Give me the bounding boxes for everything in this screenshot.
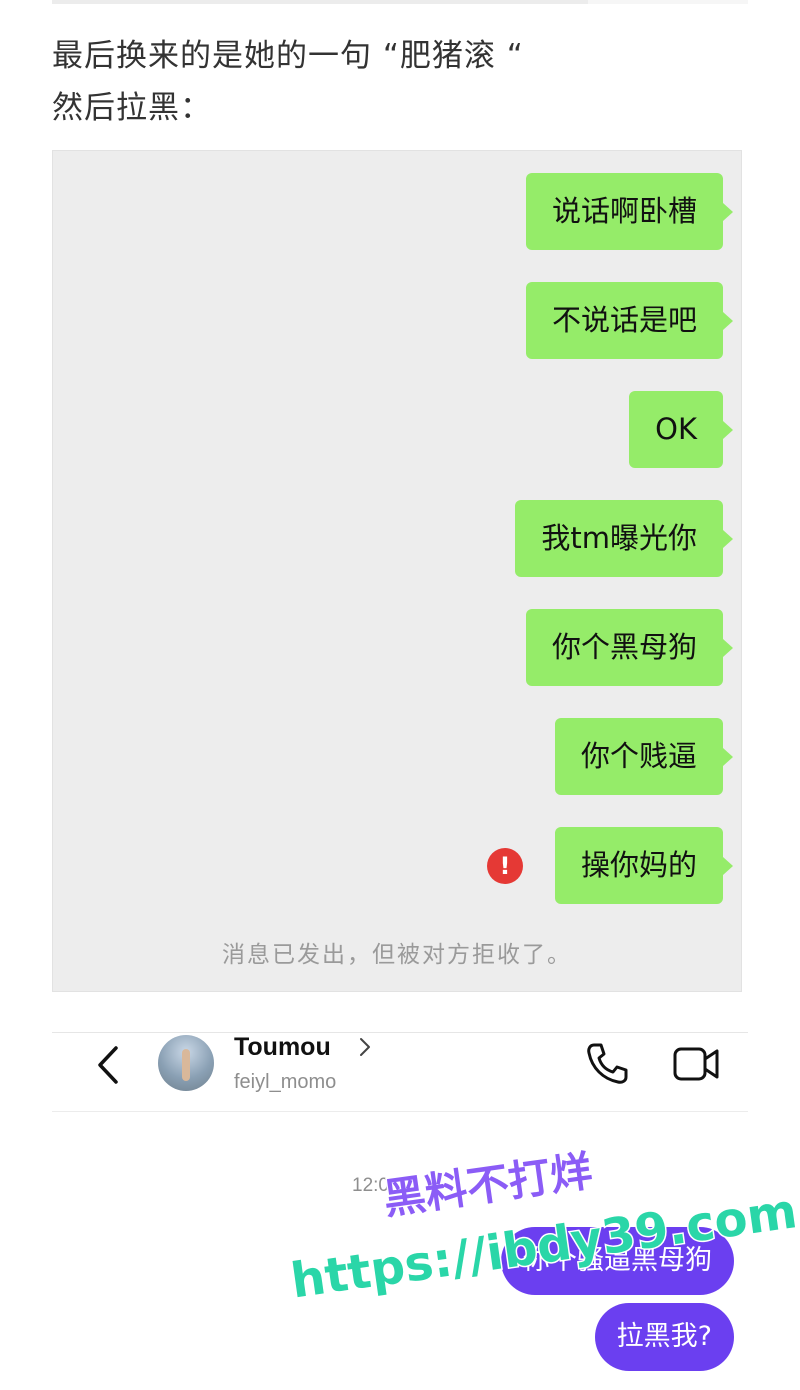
chevron-right-icon [360, 1038, 370, 1056]
article-line-1: 最后换来的是她的一句 “肥猪滚 “ [52, 38, 524, 74]
send-failed-icon[interactable]: ! [487, 848, 523, 884]
sent-message: 你个贱逼 [554, 718, 734, 795]
sent-message: 我tm曝光你 [515, 500, 733, 577]
back-arrow-icon[interactable] [96, 1045, 120, 1085]
system-notice: 消息已发出，但被对方拒收了。 [222, 942, 572, 968]
sent-message: 你个黑母狗 [525, 609, 734, 686]
avatar[interactable] [158, 1035, 214, 1091]
sent-message: 拉黑我? [594, 1303, 734, 1371]
sent-message: 操你妈的 [554, 827, 734, 904]
sent-message: OK [629, 391, 733, 468]
previous-image-edge [52, 0, 748, 4]
sent-message: 你个骚逼黑母狗 [501, 1227, 734, 1295]
article-text: 最后换来的是她的一句 “肥猪滚 “ 然后拉黑： [52, 30, 752, 134]
article-line-2: 然后拉黑： [52, 90, 212, 126]
sent-message: 不说话是吧 [525, 282, 734, 359]
message-timestamp: 12:0 [352, 1175, 389, 1196]
contact-handle: feiyl_momo [234, 1071, 337, 1093]
phone-icon[interactable] [584, 1041, 630, 1087]
wechat-chat-screenshot: 说话啊卧槽 不说话是吧 OK 我tm曝光你 你个黑母狗 你个贱逼 ! 操你妈的 … [52, 150, 742, 992]
dm-header: Toumou feiyl_momo [52, 1033, 748, 1112]
video-call-icon[interactable] [672, 1043, 720, 1085]
contact-name[interactable]: Toumou [234, 1033, 331, 1062]
instagram-dm-screenshot: Toumou feiyl_momo 12:0 你个骚逼黑母狗 拉黑我? [52, 1032, 748, 1390]
sent-message: 说话啊卧槽 [525, 173, 734, 250]
